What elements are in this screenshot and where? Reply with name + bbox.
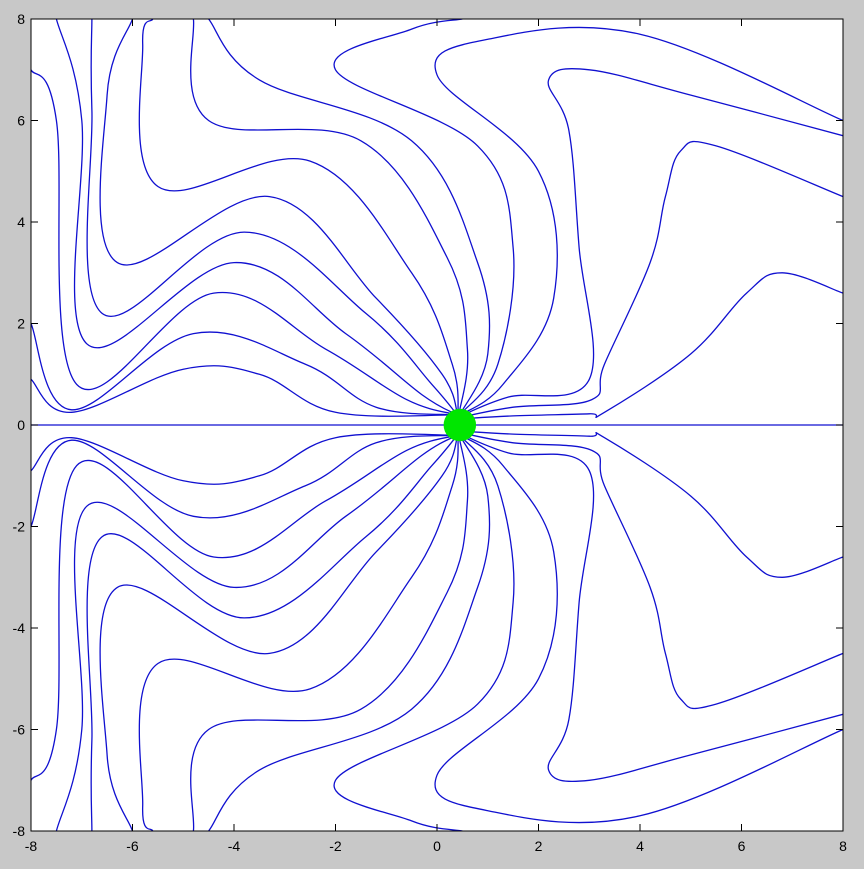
y-tick-label: 0 [17, 417, 25, 433]
y-tick-label: 4 [17, 214, 25, 230]
x-tick-label: -8 [25, 838, 38, 854]
marker-layer [443, 408, 477, 442]
y-tick-label: 2 [17, 316, 25, 332]
x-tick-label: -2 [329, 838, 342, 854]
y-tick-label: -2 [13, 519, 26, 535]
figure-canvas: -8 -6 -4 -2 0 2 4 6 8 -8 -6 -4 -2 0 2 4 6 8 [13, 11, 848, 854]
y-tick-label: 8 [17, 11, 25, 27]
x-tick-label: 8 [839, 838, 847, 854]
x-tick-label: -4 [228, 838, 241, 854]
y-tick-label: -8 [13, 823, 26, 839]
source-marker [443, 408, 477, 442]
y-tick-label: -4 [13, 620, 26, 636]
x-tick-label: 6 [738, 838, 746, 854]
y-tick-label: 6 [17, 113, 25, 129]
y-tick-label: -6 [13, 722, 26, 738]
x-tick-label: 4 [636, 838, 644, 854]
x-tick-label: 2 [535, 838, 543, 854]
x-tick-label: -6 [126, 838, 139, 854]
x-tick-label: 0 [433, 838, 441, 854]
